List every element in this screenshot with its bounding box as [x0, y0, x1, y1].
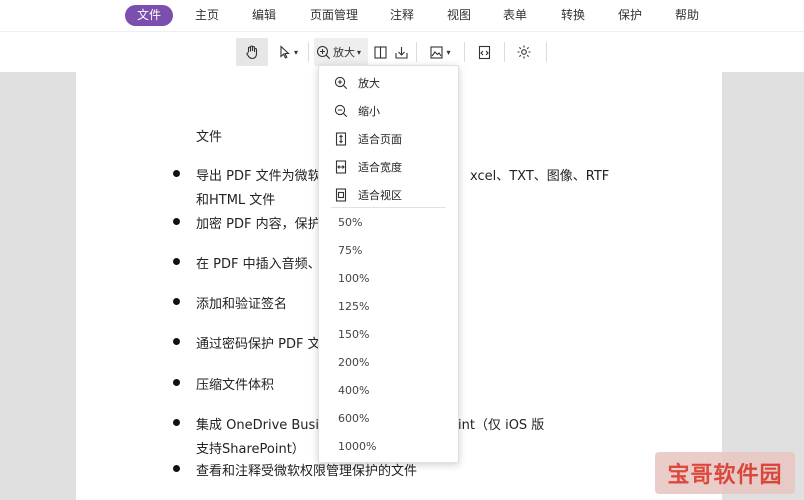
settings-button[interactable]: [513, 38, 535, 66]
zoom-option-label: 150%: [338, 327, 370, 341]
menu-item-label: 缩小: [358, 105, 380, 118]
bullet-dot: [173, 218, 180, 225]
doc-line: xcel、TXT、图像、RTF: [470, 169, 610, 184]
zoom-option-label: 1000%: [338, 439, 377, 453]
menu-form[interactable]: 表单: [491, 5, 539, 26]
zoom-option-1000[interactable]: 1000%: [319, 432, 458, 460]
fit-page-icon: [335, 132, 347, 146]
hand-tool-button[interactable]: [236, 38, 268, 66]
bullet-dot: [173, 465, 180, 472]
menu-view[interactable]: 视图: [435, 5, 483, 26]
zoom-dropdown-menu: 放大 缩小 适合页面 适合宽度 适合视区 50% 75% 100% 125% 1…: [318, 65, 459, 463]
fit-width-icon: [335, 160, 347, 174]
watermark-text: 宝哥软件园: [667, 463, 783, 488]
menu-file[interactable]: 文件: [125, 5, 174, 26]
bullet-dot: [173, 379, 180, 386]
menu-item-label: 适合宽度: [358, 161, 402, 174]
book-icon: [373, 45, 387, 59]
zoom-label: 放大: [333, 46, 355, 59]
zoom-out-icon: [334, 104, 348, 118]
chevron-down-icon: ▾: [293, 47, 298, 57]
site-watermark: 宝哥软件园: [655, 452, 795, 494]
toolbar-divider: [464, 42, 465, 62]
doc-line: 在 PDF 中插入音频、: [196, 257, 321, 272]
zoom-option-label: 125%: [338, 299, 370, 313]
page-view-button[interactable]: [370, 38, 390, 66]
zoom-option-75[interactable]: 75%: [319, 236, 458, 264]
menu-item-fit-view[interactable]: 适合视区: [319, 181, 458, 209]
doc-line: 添加和验证签名: [196, 297, 288, 312]
menu-item-label: 适合视区: [358, 189, 402, 202]
chevron-down-icon: ▾: [357, 47, 362, 57]
toolbar-divider: [416, 42, 417, 62]
toolbar-divider: [504, 42, 505, 62]
zoom-option-label: 600%: [338, 411, 370, 425]
code-file-icon: [478, 45, 490, 59]
fit-view-icon: [335, 188, 347, 202]
zoom-option-400[interactable]: 400%: [319, 376, 458, 404]
menu-home[interactable]: 主页: [183, 5, 231, 26]
doc-line: int（仅 iOS 版: [458, 418, 545, 433]
bullet-dot: [173, 170, 180, 177]
doc-line: 加密 PDF 内容，保护: [196, 217, 321, 232]
select-tool-button[interactable]: ▾: [272, 38, 304, 66]
menu-item-fit-page[interactable]: 适合页面: [319, 125, 458, 153]
zoom-option-600[interactable]: 600%: [319, 404, 458, 432]
zoom-option-label: 100%: [338, 271, 370, 285]
menu-convert[interactable]: 转换: [549, 5, 597, 26]
toolbar-divider: [546, 42, 547, 62]
doc-line: 通过密码保护 PDF 文: [196, 337, 321, 352]
zoom-option-150[interactable]: 150%: [319, 320, 458, 348]
zoom-option-label: 75%: [338, 243, 363, 257]
zoom-option-50[interactable]: 50%: [319, 208, 458, 236]
cursor-icon: [280, 45, 290, 59]
doc-line: 压缩文件体积: [196, 378, 275, 393]
chevron-down-icon: ▾: [446, 47, 451, 57]
code-tool-button[interactable]: [474, 38, 494, 66]
menu-item-zoom-in[interactable]: 放大: [319, 69, 458, 97]
bullet-dot: [173, 338, 180, 345]
zoom-option-label: 200%: [338, 355, 370, 369]
hand-icon: [246, 45, 258, 60]
menu-item-zoom-out[interactable]: 缩小: [319, 97, 458, 125]
bullet-dot: [173, 419, 180, 426]
doc-line: 导出 PDF 文件为微软: [196, 169, 321, 184]
zoom-in-icon: [334, 76, 348, 90]
download-icon: [394, 46, 408, 59]
menu-edit[interactable]: 编辑: [240, 5, 288, 26]
doc-line: 和HTML 文件: [196, 193, 276, 208]
menu-help[interactable]: 帮助: [663, 5, 711, 26]
image-tool-button[interactable]: ▾: [421, 38, 459, 66]
menu-annotate[interactable]: 注释: [378, 5, 426, 26]
zoom-option-125[interactable]: 125%: [319, 292, 458, 320]
doc-heading: 文件: [196, 130, 223, 145]
menu-page-manage[interactable]: 页面管理: [298, 5, 370, 26]
toolbar-divider: [308, 42, 309, 62]
zoom-option-100[interactable]: 100%: [319, 264, 458, 292]
gear-icon: [517, 45, 531, 59]
export-button[interactable]: [391, 38, 411, 66]
zoom-option-label: 50%: [338, 215, 363, 229]
doc-line: 集成 OneDrive Busin: [196, 418, 328, 433]
zoom-option-200[interactable]: 200%: [319, 348, 458, 376]
bullet-dot: [173, 258, 180, 265]
doc-line: 支持SharePoint）: [196, 442, 305, 457]
image-icon: [430, 45, 444, 59]
menu-item-label: 适合页面: [358, 133, 402, 146]
zoom-button[interactable]: 放大 ▾: [314, 38, 368, 66]
zoom-in-icon: [316, 45, 331, 59]
menu-item-label: 放大: [358, 77, 380, 90]
bullet-dot: [173, 298, 180, 305]
menu-bar: 文件 主页 编辑 页面管理 注释 视图 表单 转换 保护 帮助: [0, 0, 804, 30]
menu-protect[interactable]: 保护: [606, 5, 654, 26]
zoom-option-label: 400%: [338, 383, 370, 397]
menu-item-fit-width[interactable]: 适合宽度: [319, 153, 458, 181]
